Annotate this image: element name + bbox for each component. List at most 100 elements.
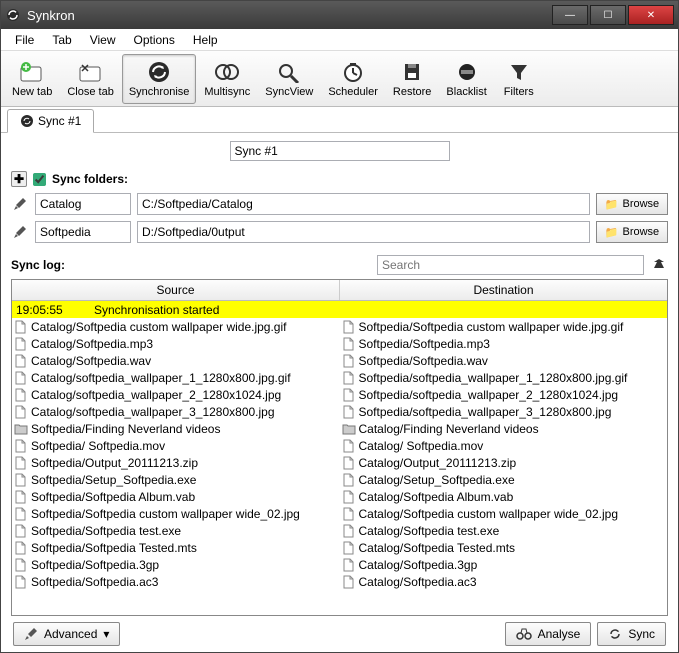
titlebar[interactable]: Synkron — ☐ ✕ (1, 1, 678, 29)
tabbar: Sync #1 (1, 107, 678, 133)
table-row[interactable]: Catalog/Softpedia.mp3Softpedia/Softpedia… (12, 335, 667, 352)
folder-config-icon[interactable] (11, 195, 29, 213)
advanced-button[interactable]: Advanced ▾ (13, 622, 120, 646)
table-row[interactable]: Softpedia/Softpedia Album.vabCatalog/Sof… (12, 488, 667, 505)
cell-destination: Softpedia/Softpedia.wav (340, 354, 668, 368)
toolbar-filters[interactable]: Filters (495, 54, 543, 104)
folder-row-2: 📁Browse (11, 221, 668, 243)
folder1-path-input[interactable] (137, 193, 590, 215)
window-title: Synkron (27, 8, 552, 23)
cell-source: Catalog/Softpedia custom wallpaper wide.… (12, 320, 340, 334)
file-icon (14, 473, 28, 487)
folder2-browse-button[interactable]: 📁Browse (596, 221, 668, 243)
file-icon (342, 524, 356, 538)
table-row[interactable]: Catalog/softpedia_wallpaper_2_1280x1024.… (12, 386, 667, 403)
menu-tab[interactable]: Tab (44, 31, 79, 49)
tab-label: Sync #1 (38, 114, 81, 128)
table-row-highlight[interactable]: 19:05:55 Synchronisation started (12, 301, 667, 318)
syncview-icon (275, 59, 303, 85)
cell-source: Softpedia/Finding Neverland videos (12, 422, 340, 436)
cell-source: Softpedia/Setup_Softpedia.exe (12, 473, 340, 487)
app-icon (5, 7, 21, 23)
table-row[interactable]: Softpedia/ Softpedia.movCatalog/ Softped… (12, 437, 667, 454)
tab-sync1[interactable]: Sync #1 (7, 109, 94, 133)
toolbar-blacklist[interactable]: Blacklist (439, 54, 493, 104)
toolbar-closetab[interactable]: Close tab (60, 54, 120, 104)
folders-checkbox[interactable] (33, 173, 46, 186)
cell-source: Catalog/softpedia_wallpaper_2_1280x1024.… (12, 388, 340, 402)
folder-icon: 📁 (605, 198, 619, 211)
cell-source: Softpedia/Softpedia custom wallpaper wid… (12, 507, 340, 521)
table-row[interactable]: Softpedia/Softpedia.ac3Catalog/Softpedia… (12, 573, 667, 590)
menu-help[interactable]: Help (185, 31, 226, 49)
file-icon (342, 388, 356, 402)
file-icon (14, 320, 28, 334)
sync-button[interactable]: Sync (597, 622, 666, 646)
synclog-header: Sync log: (11, 249, 668, 279)
table-row[interactable]: Catalog/Softpedia custom wallpaper wide.… (12, 318, 667, 335)
table-row[interactable]: Softpedia/Softpedia Tested.mtsCatalog/So… (12, 539, 667, 556)
toolbar-multisync[interactable]: Multisync (197, 54, 257, 104)
toolbar-syncview[interactable]: SyncView (258, 54, 320, 104)
cell-source: Catalog/Softpedia.mp3 (12, 337, 340, 351)
toolbar-synchronise[interactable]: Synchronise (122, 54, 197, 104)
folder2-path-input[interactable] (137, 221, 590, 243)
table-row[interactable]: Softpedia/Softpedia.3gpCatalog/Softpedia… (12, 556, 667, 573)
toolbar-newtab[interactable]: New tab (5, 54, 59, 104)
header-destination[interactable]: Destination (340, 280, 667, 300)
menu-view[interactable]: View (82, 31, 124, 49)
folder-icon (14, 422, 28, 436)
cell-destination: Catalog/Softpedia Album.vab (340, 490, 668, 504)
restore-icon (398, 59, 426, 85)
search-input[interactable] (377, 255, 644, 275)
file-icon (342, 320, 356, 334)
cell-destination: Softpedia/softpedia_wallpaper_2_1280x102… (340, 388, 668, 402)
file-icon (342, 575, 356, 589)
menubar: File Tab View Options Help (1, 29, 678, 51)
folder1-browse-button[interactable]: 📁Browse (596, 193, 668, 215)
cell-destination: Softpedia/Softpedia.mp3 (340, 337, 668, 351)
minimize-button[interactable]: — (552, 5, 588, 25)
table-row[interactable]: Softpedia/Softpedia test.exeCatalog/Soft… (12, 522, 667, 539)
file-icon (342, 541, 356, 555)
folder2-name-input[interactable] (35, 221, 131, 243)
table-row[interactable]: Softpedia/Softpedia custom wallpaper wid… (12, 505, 667, 522)
toolbar-restore[interactable]: Restore (386, 54, 439, 104)
file-icon (14, 490, 28, 504)
cell-source: Softpedia/Softpedia Tested.mts (12, 541, 340, 555)
file-icon (14, 524, 28, 538)
file-icon (14, 541, 28, 555)
table-row[interactable]: Catalog/softpedia_wallpaper_1_1280x800.j… (12, 369, 667, 386)
menu-options[interactable]: Options (126, 31, 183, 49)
add-folder-button[interactable]: ✚ (11, 171, 27, 187)
synchronise-icon (145, 59, 173, 85)
maximize-button[interactable]: ☐ (590, 5, 626, 25)
table-row[interactable]: Softpedia/Setup_Softpedia.exeCatalog/Set… (12, 471, 667, 488)
file-icon (14, 405, 28, 419)
file-icon (342, 439, 356, 453)
table-row[interactable]: Catalog/softpedia_wallpaper_3_1280x800.j… (12, 403, 667, 420)
folder-config-icon[interactable] (11, 223, 29, 241)
synclog-label: Sync log: (11, 258, 371, 272)
syncname-input[interactable] (230, 141, 450, 161)
clear-search-icon[interactable] (650, 256, 668, 274)
cell-destination: Catalog/Output_20111213.zip (340, 456, 668, 470)
folder1-name-input[interactable] (35, 193, 131, 215)
file-icon (14, 439, 28, 453)
cell-destination: Softpedia/softpedia_wallpaper_1_1280x800… (340, 371, 668, 385)
cell-destination: Catalog/Softpedia custom wallpaper wide_… (340, 507, 668, 521)
file-icon (14, 558, 28, 572)
header-source[interactable]: Source (12, 280, 340, 300)
file-icon (342, 490, 356, 504)
table-row[interactable]: Softpedia/Output_20111213.zipCatalog/Out… (12, 454, 667, 471)
table-row[interactable]: Catalog/Softpedia.wavSoftpedia/Softpedia… (12, 352, 667, 369)
analyse-button[interactable]: Analyse (505, 622, 592, 646)
close-button[interactable]: ✕ (628, 5, 674, 25)
table-row[interactable]: Softpedia/Finding Neverland videosCatalo… (12, 420, 667, 437)
toolbar-scheduler[interactable]: Scheduler (321, 54, 385, 104)
cell-destination: Catalog/Softpedia.3gp (340, 558, 668, 572)
table-body[interactable]: 19:05:55 Synchronisation started Catalog… (12, 301, 667, 615)
folder-icon: 📁 (605, 226, 619, 239)
file-icon (342, 558, 356, 572)
menu-file[interactable]: File (7, 31, 42, 49)
